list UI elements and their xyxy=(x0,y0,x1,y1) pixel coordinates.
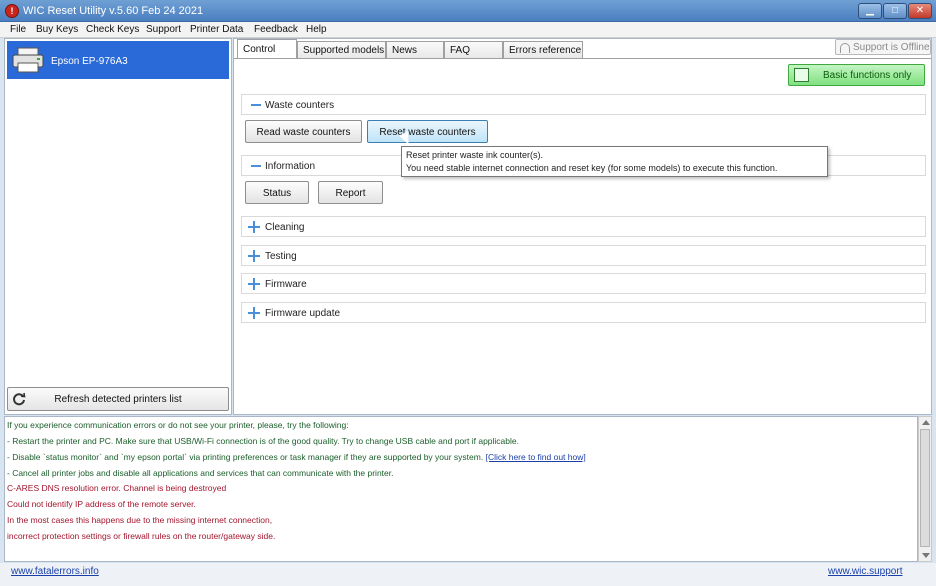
menu-feedback[interactable]: Feedback xyxy=(254,24,298,35)
expand-icon xyxy=(248,307,260,319)
headset-icon xyxy=(840,43,850,53)
main-panel: Control Supported models News FAQ Errors… xyxy=(233,38,932,415)
scroll-thumb[interactable] xyxy=(920,429,930,547)
find-out-how-link[interactable]: [Click here to find out how] xyxy=(486,452,586,462)
log-error-line: C-ARES DNS resolution error. Channel is … xyxy=(7,483,227,493)
section-firmware[interactable]: Firmware xyxy=(241,273,926,294)
menu-bar: File Buy Keys Check Keys Support Printer… xyxy=(0,22,936,38)
tooltip-line-2: You need stable internet connection and … xyxy=(406,163,778,173)
expand-icon xyxy=(248,278,260,290)
log-error-line: incorrect protection settings or firewal… xyxy=(7,531,276,541)
maximize-button[interactable]: □ xyxy=(883,3,907,19)
log-line: If you experience communication errors o… xyxy=(7,420,349,430)
report-button[interactable]: Report xyxy=(318,181,383,204)
expand-icon xyxy=(248,221,260,233)
menu-buy-keys[interactable]: Buy Keys xyxy=(36,24,78,35)
expand-icon xyxy=(248,250,260,262)
menu-support[interactable]: Support xyxy=(146,24,181,35)
tab-strip-divider xyxy=(234,58,931,59)
status-bar: www.fatalerrors.info www.wic.support xyxy=(0,563,936,586)
read-waste-counters-button[interactable]: Read waste counters xyxy=(245,120,362,143)
section-waste-counters-label: Waste counters xyxy=(265,100,335,111)
printer-name: Epson EP-976A3 xyxy=(51,56,128,67)
support-status-label: Support is Offline xyxy=(853,42,930,53)
window-title: WIC Reset Utility v.5.60 Feb 24 2021 xyxy=(23,5,204,17)
log-panel: If you experience communication errors o… xyxy=(4,416,918,562)
log-error-line: Could not identify IP address of the rem… xyxy=(7,499,196,509)
app-icon: ! xyxy=(5,4,19,18)
printer-list-panel: Epson EP-976A3 Refresh detected printers… xyxy=(4,38,232,415)
reset-waste-counters-button[interactable]: Reset waste counters xyxy=(367,120,488,143)
tab-supported-models[interactable]: Supported models xyxy=(297,41,386,58)
collapse-icon xyxy=(251,104,261,106)
fatalerrors-link[interactable]: www.fatalerrors.info xyxy=(11,566,99,577)
tooltip-line-1: Reset printer waste ink counter(s). xyxy=(406,150,544,160)
log-line: - Disable `status monitor` and `my epson… xyxy=(7,452,586,462)
menu-file[interactable]: File xyxy=(10,24,26,35)
section-waste-counters[interactable]: Waste counters xyxy=(241,94,926,115)
log-line: - Cancel all printer jobs and disable al… xyxy=(7,468,394,478)
scroll-up-icon[interactable] xyxy=(922,420,930,425)
wic-support-link[interactable]: www.wic.support xyxy=(828,566,902,577)
status-button[interactable]: Status xyxy=(245,181,309,204)
tab-control[interactable]: Control xyxy=(237,39,297,58)
checklist-icon xyxy=(794,68,809,82)
tab-errors-reference[interactable]: Errors reference xyxy=(503,41,583,58)
menu-help[interactable]: Help xyxy=(306,24,327,35)
section-testing-label: Testing xyxy=(265,251,297,262)
printer-list-item[interactable]: Epson EP-976A3 xyxy=(7,41,229,79)
refresh-printers-label: Refresh detected printers list xyxy=(54,394,182,405)
section-cleaning[interactable]: Cleaning xyxy=(241,216,926,237)
tab-news[interactable]: News xyxy=(386,41,444,58)
log-line: - Restart the printer and PC. Make sure … xyxy=(7,436,519,446)
section-cleaning-label: Cleaning xyxy=(265,222,305,233)
log-error-line: In the most cases this happens due to th… xyxy=(7,515,273,525)
scroll-down-icon[interactable] xyxy=(922,553,930,558)
section-firmware-update[interactable]: Firmware update xyxy=(241,302,926,323)
reset-tooltip: Reset printer waste ink counter(s). You … xyxy=(401,146,828,177)
log-scrollbar[interactable] xyxy=(918,416,932,562)
section-firmware-label: Firmware xyxy=(265,279,307,290)
basic-functions-label: Basic functions only xyxy=(823,70,912,81)
menu-check-keys[interactable]: Check Keys xyxy=(86,24,139,35)
section-firmware-update-label: Firmware update xyxy=(265,308,341,319)
log-line-text: - Disable `status monitor` and `my epson… xyxy=(7,452,486,462)
section-testing[interactable]: Testing xyxy=(241,245,926,266)
minimize-button[interactable]: ▁ xyxy=(858,3,882,19)
close-button[interactable]: ✕ xyxy=(908,3,932,19)
title-bar: ! WIC Reset Utility v.5.60 Feb 24 2021 ▁… xyxy=(0,0,936,22)
tab-faq[interactable]: FAQ xyxy=(444,41,503,58)
refresh-printers-button[interactable]: Refresh detected printers list xyxy=(7,387,229,411)
menu-printer-data[interactable]: Printer Data xyxy=(190,24,243,35)
printer-icon xyxy=(12,47,44,73)
collapse-icon xyxy=(251,165,261,167)
basic-functions-button[interactable]: Basic functions only xyxy=(788,64,925,86)
section-information-label: Information xyxy=(265,161,316,172)
support-status-badge[interactable]: Support is Offline xyxy=(835,39,931,55)
